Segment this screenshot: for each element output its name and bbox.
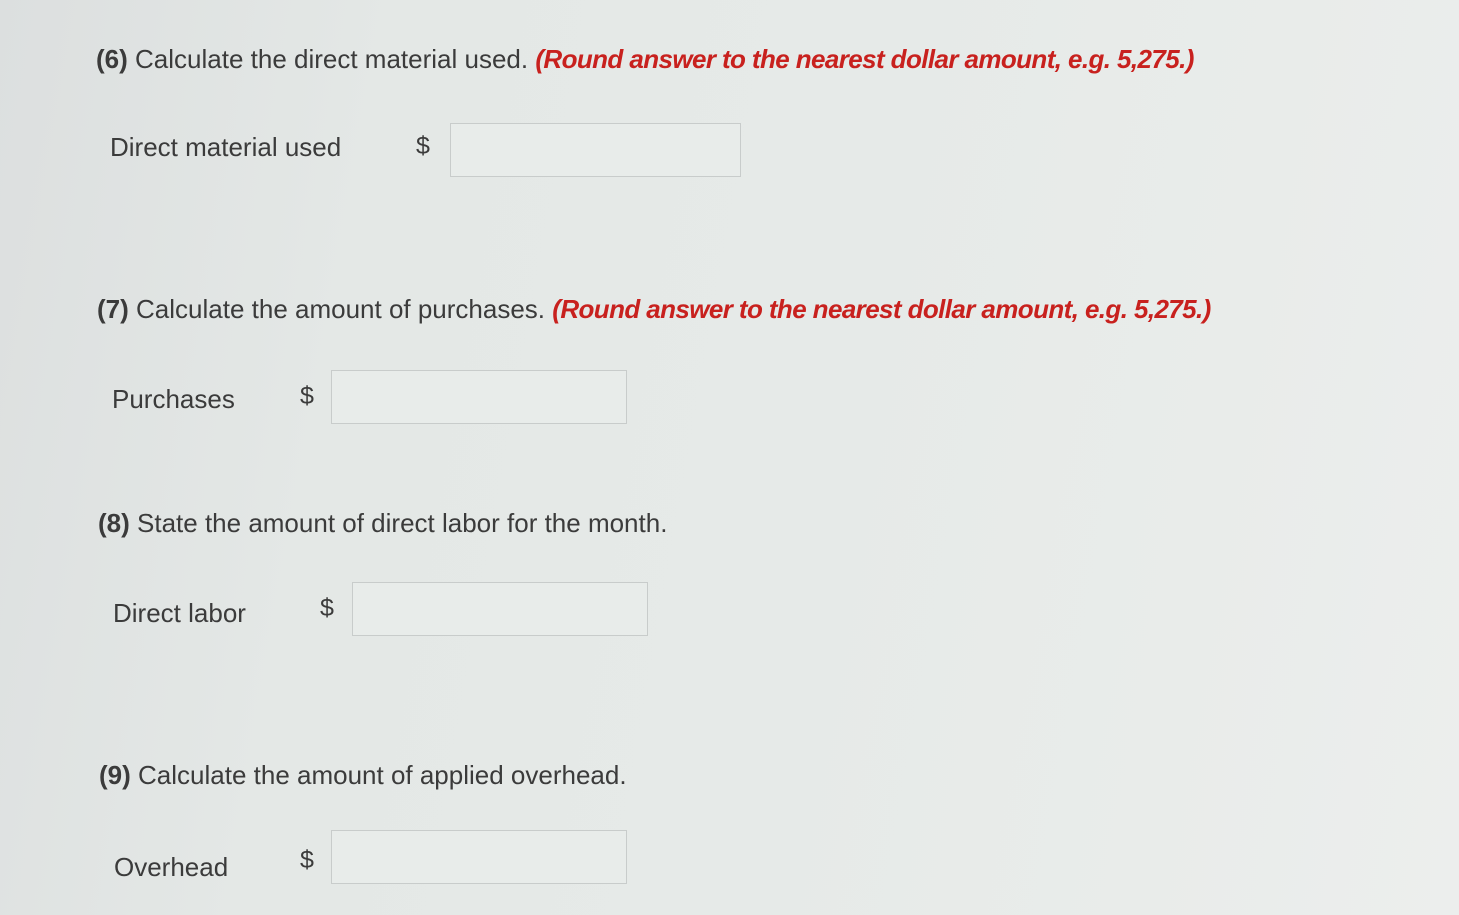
direct-labor-dollar-sign: $ bbox=[320, 594, 334, 622]
overhead-label: Overhead bbox=[114, 852, 229, 882]
question-9-text: Calculate the amount of applied overhead… bbox=[138, 760, 627, 790]
direct-material-used-label: Direct material used bbox=[110, 132, 342, 162]
question-7-text: Calculate the amount of purchases. bbox=[136, 294, 546, 324]
direct-material-used-dollar-sign: $ bbox=[416, 132, 430, 160]
direct-labor-label: Direct labor bbox=[113, 598, 246, 628]
question-6-title: (6) Calculate the direct material used. … bbox=[96, 44, 1194, 75]
question-7-number: (7) bbox=[97, 294, 129, 324]
overhead-input[interactable] bbox=[331, 830, 627, 884]
direct-labor-input[interactable] bbox=[352, 582, 648, 636]
purchases-dollar-sign: $ bbox=[300, 382, 314, 410]
question-8-text: State the amount of direct labor for the… bbox=[137, 508, 668, 538]
question-7-rounding-note: (Round answer to the nearest dollar amou… bbox=[552, 294, 1211, 324]
direct-material-used-input[interactable] bbox=[450, 123, 741, 177]
overhead-dollar-sign: $ bbox=[300, 846, 314, 874]
question-9-title: (9) Calculate the amount of applied over… bbox=[99, 760, 627, 791]
purchases-label: Purchases bbox=[112, 384, 235, 414]
purchases-input[interactable] bbox=[331, 370, 627, 424]
question-8-title: (8) State the amount of direct labor for… bbox=[98, 508, 667, 539]
question-8-number: (8) bbox=[98, 508, 130, 538]
question-6-text: Calculate the direct material used. bbox=[135, 44, 529, 74]
question-7-title: (7) Calculate the amount of purchases. (… bbox=[97, 294, 1211, 325]
question-6-number: (6) bbox=[96, 44, 128, 74]
question-6-rounding-note: (Round answer to the nearest dollar amou… bbox=[535, 44, 1194, 74]
question-9-number: (9) bbox=[99, 760, 131, 790]
